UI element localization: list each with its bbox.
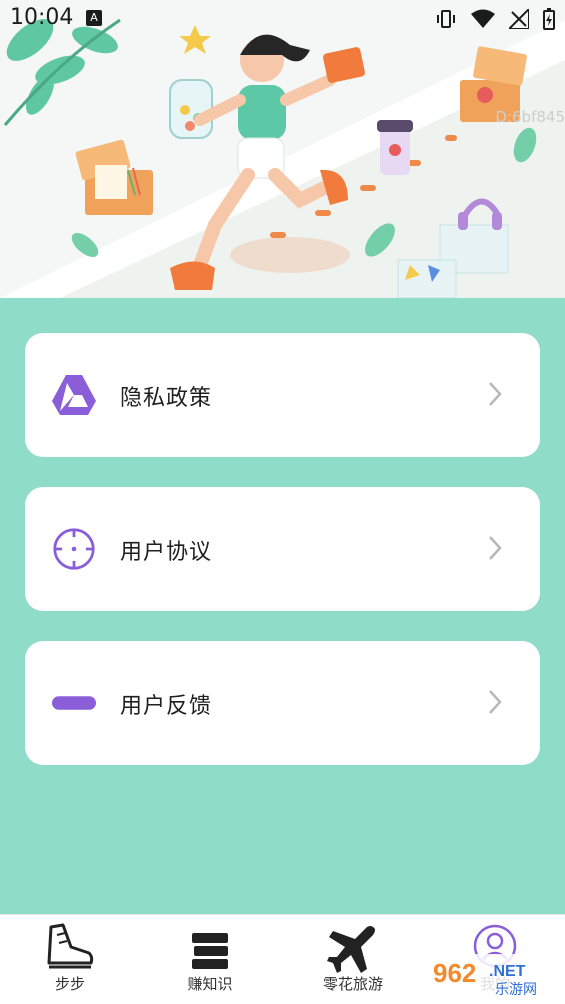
chevron-right-icon <box>488 535 502 565</box>
watermark-logo-sub: 乐游网 <box>495 982 537 998</box>
watermark-logo-suffix: .NET <box>489 963 526 980</box>
user-feedback-label: 用户反馈 <box>120 694 213 719</box>
triangle-logo-icon <box>52 373 96 417</box>
books-icon <box>190 923 230 977</box>
battery-icon <box>543 8 555 30</box>
tab-travel-label: 零花旅游 <box>322 975 383 993</box>
status-time: 10:04 <box>10 5 74 30</box>
privacy-policy-label: 隐私政策 <box>120 386 213 411</box>
signal-icon <box>509 9 529 29</box>
settings-menu: 隐私政策 用户协议 用户反馈 <box>25 333 540 795</box>
airplane-icon <box>327 923 379 979</box>
tab-steps[interactable]: 步步 <box>0 915 140 1004</box>
tab-travel[interactable]: 零花旅游 <box>283 915 423 1004</box>
bottom-tab-bar: 步步 赚知识 零花旅游 我的 962 <box>0 914 565 1004</box>
shoe-icon <box>45 923 95 973</box>
tab-earn-knowledge[interactable]: 赚知识 <box>140 915 280 1004</box>
watermark-logo: 962 .NET 乐游网 <box>427 954 561 998</box>
header-banner: D:6bf845 <box>0 0 565 298</box>
status-bar: 10:04 A <box>0 0 565 38</box>
user-agreement-item[interactable]: 用户协议 <box>25 487 540 611</box>
tab-earn-knowledge-label: 赚知识 <box>187 975 233 993</box>
running-girl-illustration <box>0 18 565 298</box>
watermark-text: D:6bf845 <box>495 108 565 126</box>
user-feedback-item[interactable]: 用户反馈 <box>25 641 540 765</box>
crosshair-icon <box>52 527 96 571</box>
chevron-right-icon <box>488 689 502 719</box>
watermark-logo-number: 962 <box>433 958 476 988</box>
user-agreement-label: 用户协议 <box>120 540 213 565</box>
wifi-icon <box>471 9 495 28</box>
status-icons <box>435 8 555 30</box>
tab-steps-label: 步步 <box>54 975 85 993</box>
chevron-right-icon <box>488 381 502 411</box>
vibrate-icon <box>437 10 455 28</box>
dash-icon <box>52 681 96 725</box>
privacy-policy-item[interactable]: 隐私政策 <box>25 333 540 457</box>
notification-a-icon: A <box>86 10 102 26</box>
